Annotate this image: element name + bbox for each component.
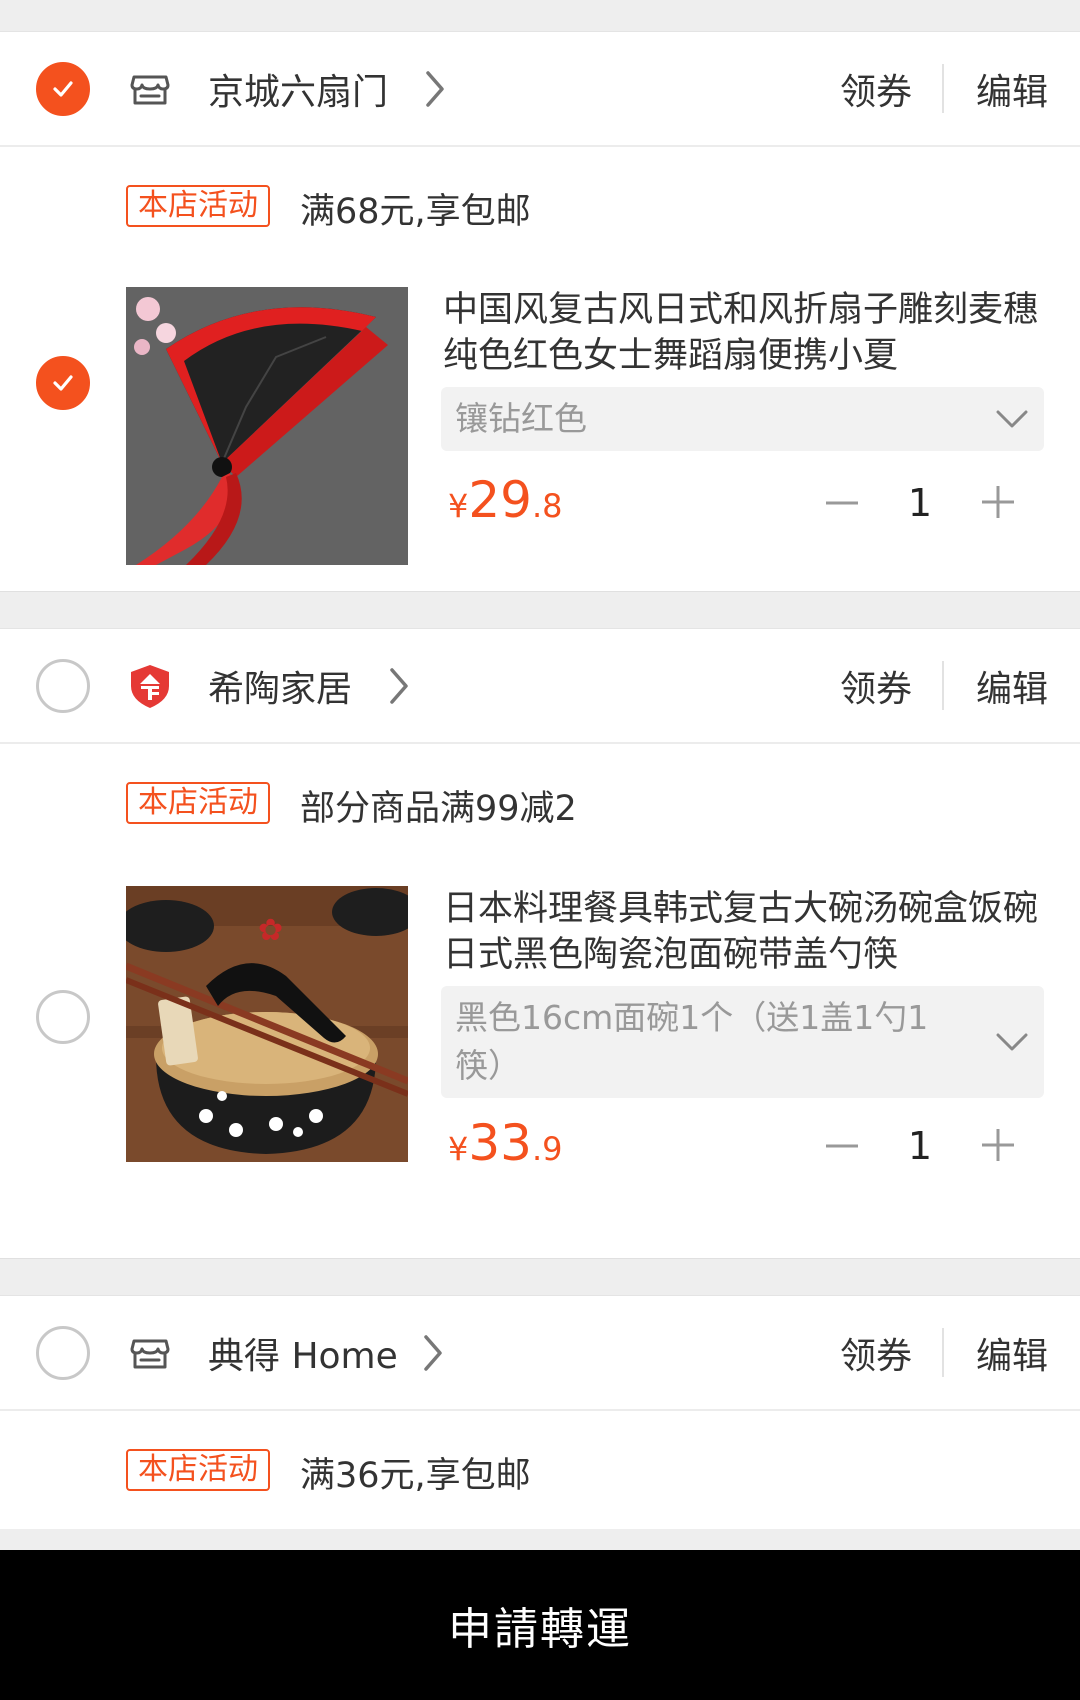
store-header: 京城六扇门 领券 编辑: [0, 32, 1080, 147]
svg-text:✿: ✿: [258, 913, 283, 948]
store-header: 希陶家居 领券 编辑: [0, 629, 1080, 744]
header-divider: [942, 64, 944, 113]
promo-row: 本店活动 部分商品满99减2: [0, 744, 1080, 862]
store-card-1: 京城六扇门 领券 编辑 本店活动 满68元,享包邮 中国风复古风日式和风折扇子雕…: [0, 32, 1080, 591]
quantity-value[interactable]: 1: [900, 1121, 940, 1171]
enterprise-badge-icon: [131, 664, 169, 708]
promo-row: 本店活动 满36元,享包邮: [0, 1411, 1080, 1529]
price-integer: 29: [468, 471, 532, 529]
chevron-down-icon: [996, 1033, 1028, 1051]
product-price: ¥29.8: [448, 471, 563, 529]
price-integer: 33: [468, 1114, 532, 1172]
shop-icon: [130, 75, 170, 104]
edit-button[interactable]: 编辑: [976, 660, 1048, 712]
store-card-2: 希陶家居 领券 编辑 本店活动 部分商品满99减2 ✿ 日本料理餐具韩式复古大碗…: [0, 629, 1080, 1258]
section-gap: [0, 1258, 1080, 1296]
product-price: ¥33.9: [448, 1114, 563, 1172]
minus-icon[interactable]: [820, 1129, 864, 1163]
promo-text[interactable]: 满68元,享包邮: [300, 183, 531, 234]
item-checkbox[interactable]: [36, 356, 90, 410]
chevron-right-icon[interactable]: [384, 664, 414, 708]
coupon-button[interactable]: 领券: [840, 63, 912, 115]
top-gap: [0, 0, 1080, 32]
item-checkbox[interactable]: [36, 990, 90, 1044]
store-name[interactable]: 京城六扇门: [208, 63, 388, 115]
store-name[interactable]: 希陶家居: [208, 660, 352, 712]
promo-text[interactable]: 部分商品满99减2: [300, 780, 577, 831]
cart-item: 中国风复古风日式和风折扇子雕刻麦穗纯色红色女士舞蹈扇便携小夏 镶钻红色 ¥29.…: [0, 265, 1080, 591]
store-checkbox[interactable]: [36, 658, 90, 713]
sku-selector[interactable]: 黑色16cm面碗1个（送1盖1勺1筷）: [441, 986, 1044, 1098]
chevron-right-icon[interactable]: [418, 1331, 448, 1375]
promo-text[interactable]: 满36元,享包邮: [300, 1447, 531, 1498]
section-gap: [0, 591, 1080, 629]
price-decimal: .8: [531, 487, 563, 525]
currency-symbol: ¥: [448, 1130, 469, 1168]
store-card-3: 典得 Home 领券 编辑 本店活动 满36元,享包邮: [0, 1296, 1080, 1529]
store-checkbox[interactable]: [36, 1325, 90, 1380]
promo-tag: 本店活动: [126, 185, 270, 227]
header-divider: [942, 661, 944, 710]
chevron-down-icon: [996, 410, 1028, 428]
minus-icon[interactable]: [820, 486, 864, 520]
quantity-stepper: 1: [820, 478, 1020, 528]
promo-row: 本店活动 满68元,享包邮: [0, 147, 1080, 265]
edit-button[interactable]: 编辑: [976, 1327, 1048, 1379]
store-checkbox[interactable]: [36, 61, 90, 116]
sku-selector[interactable]: 镶钻红色: [441, 387, 1044, 451]
price-decimal: .9: [531, 1130, 563, 1168]
promo-tag: 本店活动: [126, 1449, 270, 1491]
store-name[interactable]: 典得 Home: [208, 1327, 398, 1379]
currency-symbol: ¥: [448, 487, 469, 525]
coupon-button[interactable]: 领券: [840, 1327, 912, 1379]
request-transfer-label: 申請轉運: [448, 1604, 632, 1655]
quantity-stepper: 1: [820, 1121, 1020, 1171]
checkmark-icon: [53, 375, 73, 391]
checkmark-icon: [53, 80, 73, 97]
shop-icon: [130, 1339, 170, 1368]
quantity-value[interactable]: 1: [900, 478, 940, 528]
store-header: 典得 Home 领券 编辑: [0, 1296, 1080, 1411]
coupon-button[interactable]: 领券: [840, 660, 912, 712]
product-title[interactable]: 日本料理餐具韩式复古大碗汤碗盒饭碗日式黑色陶瓷泡面碗带盖勺筷: [443, 886, 1040, 978]
edit-button[interactable]: 编辑: [976, 63, 1048, 115]
request-transfer-button[interactable]: 申請轉運: [0, 1550, 1080, 1700]
chevron-right-icon[interactable]: [420, 67, 450, 111]
sku-text: 黑色16cm面碗1个（送1盖1勺1筷）: [455, 998, 929, 1085]
plus-icon[interactable]: [978, 1125, 1018, 1165]
product-title[interactable]: 中国风复古风日式和风折扇子雕刻麦穗纯色红色女士舞蹈扇便携小夏: [443, 287, 1040, 379]
header-divider: [942, 1328, 944, 1377]
cart-page: 京城六扇门 领券 编辑 本店活动 满68元,享包邮 中国风复古风日式和风折扇子雕…: [0, 0, 1080, 1700]
cart-item: ✿ 日本料理餐具韩式复古大碗汤碗盒饭碗日式黑色陶瓷泡面碗带盖勺筷 黑色16cm面…: [0, 862, 1080, 1258]
promo-tag: 本店活动: [126, 782, 270, 824]
sku-text: 镶钻红色: [455, 399, 587, 438]
product-image[interactable]: ✿: [126, 886, 408, 1162]
product-image[interactable]: [126, 287, 408, 565]
plus-icon[interactable]: [978, 482, 1018, 522]
